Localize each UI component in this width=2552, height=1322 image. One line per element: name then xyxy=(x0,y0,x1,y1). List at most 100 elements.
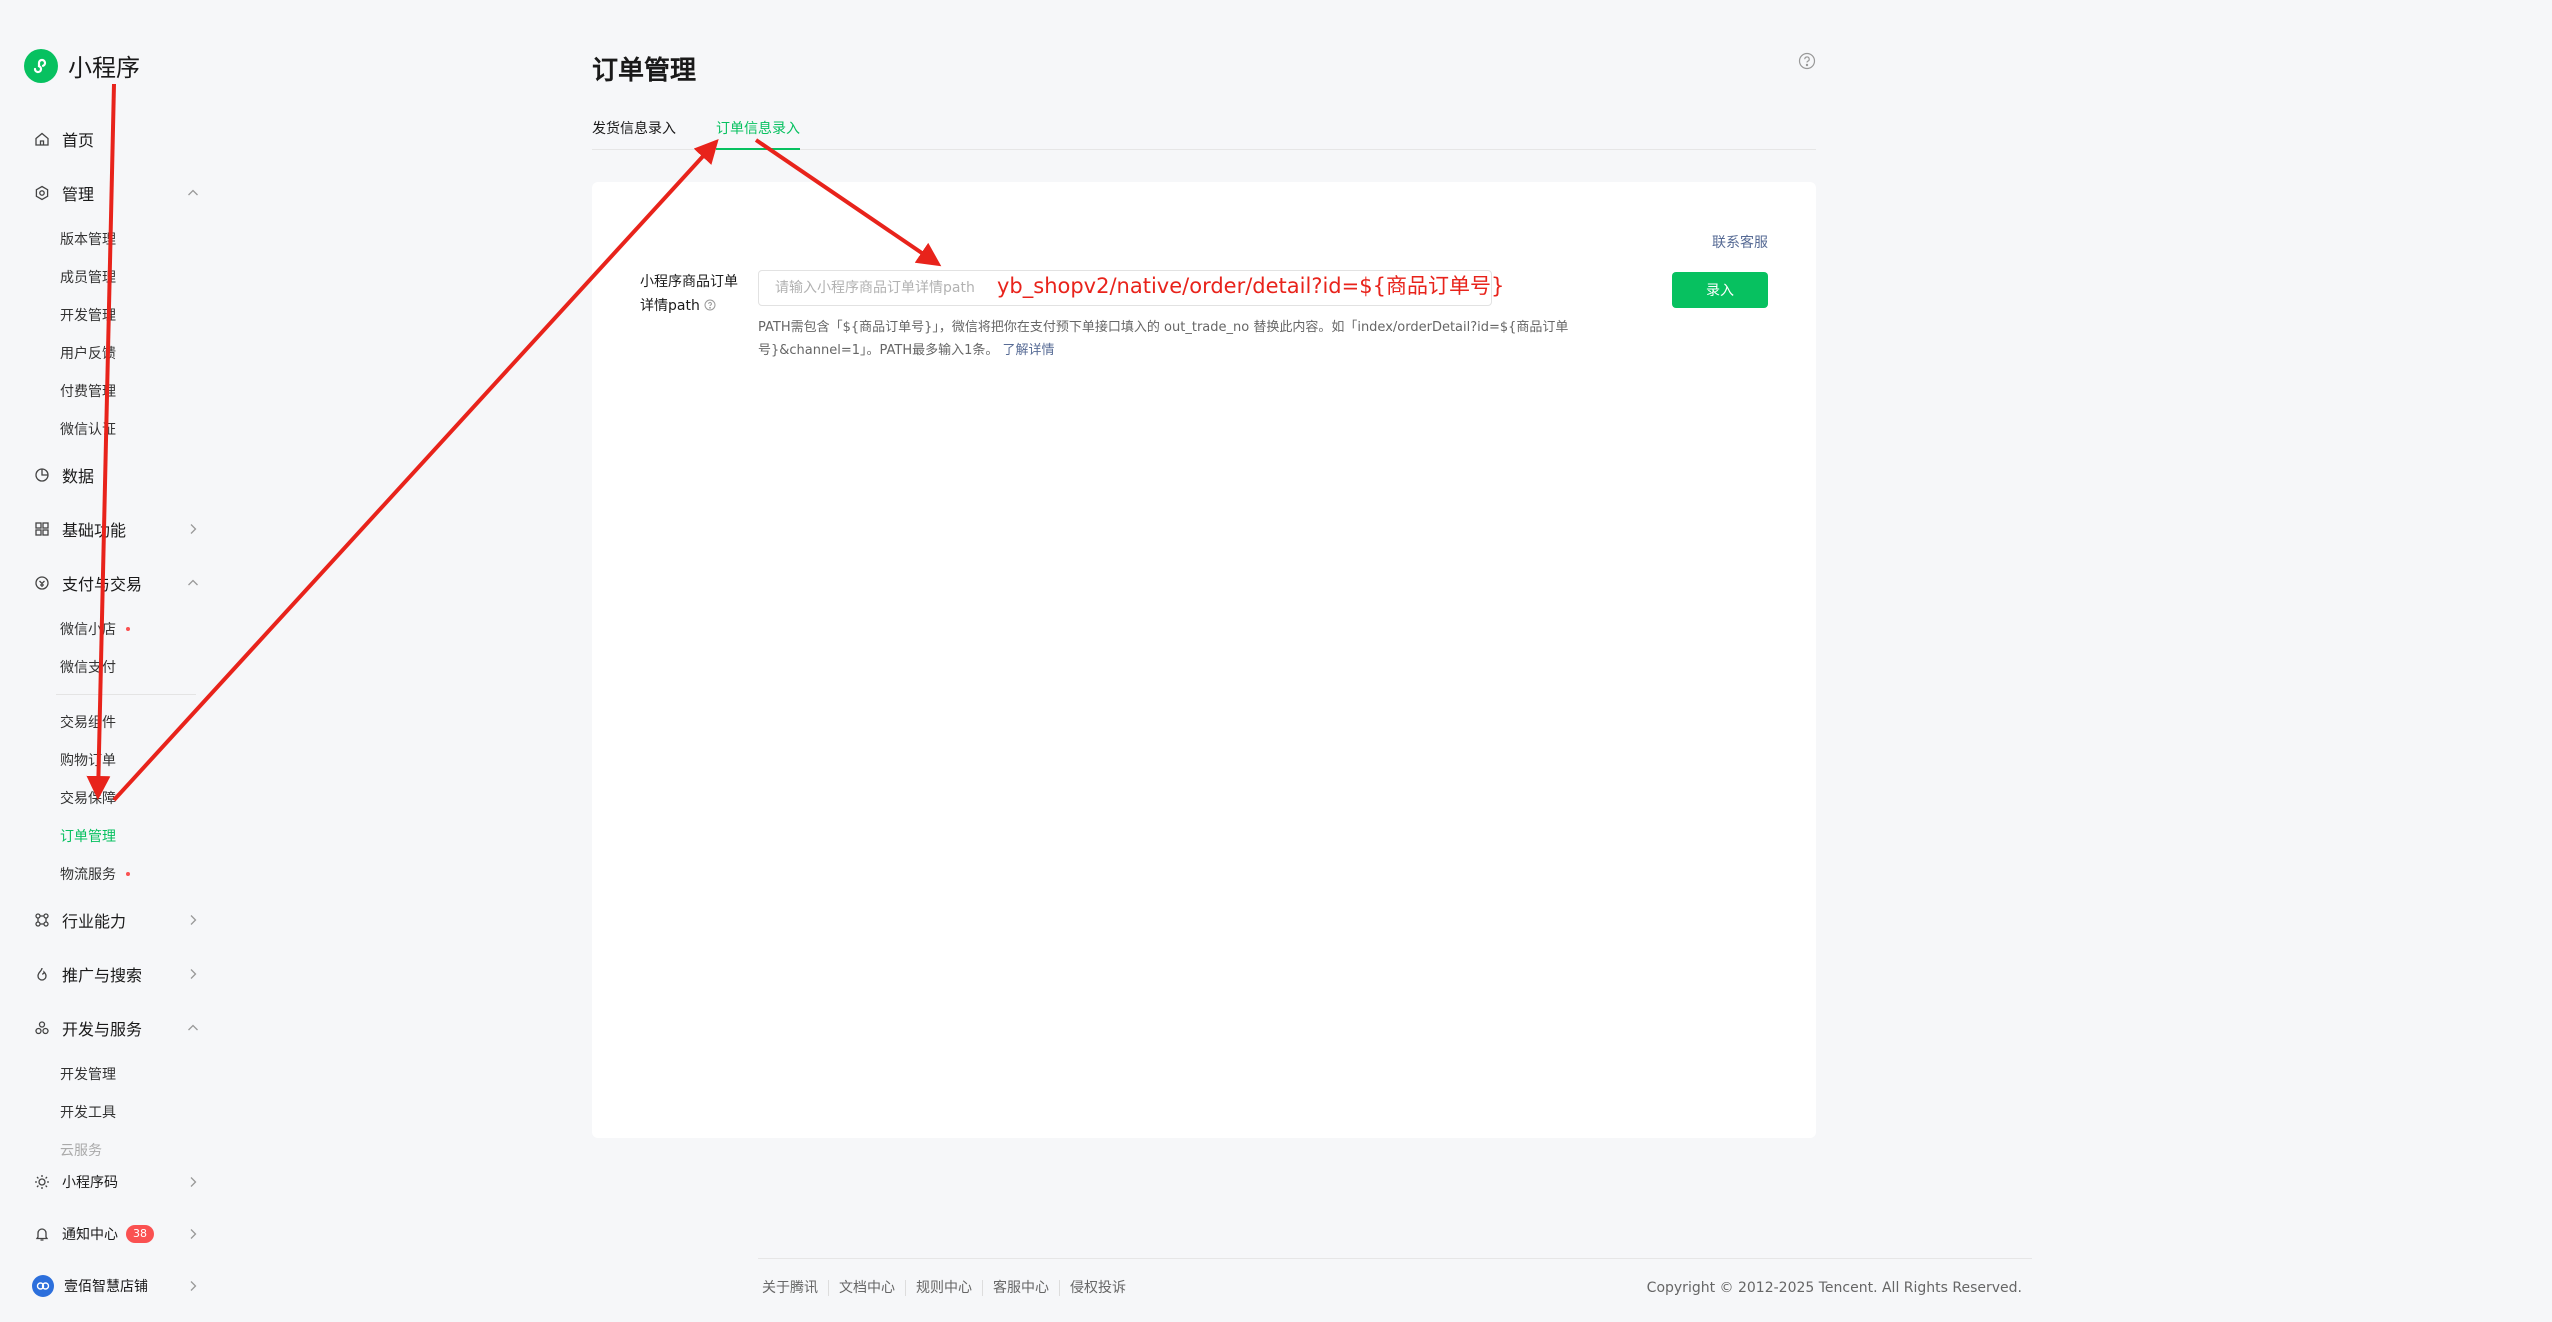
sidebar-item-label: 开发工具 xyxy=(60,1105,116,1121)
sidebar-item-label: 数据 xyxy=(62,467,95,486)
sidebar-group-dev-service[interactable]: 开发与服务 xyxy=(0,1001,236,1055)
footer-link-about[interactable]: 关于腾讯 xyxy=(762,1280,829,1296)
tab-shipping-info[interactable]: 发货信息录入 xyxy=(592,118,676,150)
footer-divider xyxy=(758,1258,2032,1259)
sidebar-group-label: 行业能力 xyxy=(62,912,127,931)
learn-more-link[interactable]: 了解详情 xyxy=(1003,343,1055,358)
sidebar-item-members[interactable]: 成员管理 xyxy=(0,258,236,296)
page-title: 订单管理 xyxy=(592,56,697,86)
path-field-label: 小程序商品订单详情path xyxy=(640,270,746,318)
footer-link-support[interactable]: 客服中心 xyxy=(983,1280,1060,1296)
chevron-up-icon xyxy=(188,1024,198,1031)
sidebar-item-label: 交易组件 xyxy=(60,715,116,731)
sidebar-item-label: 付费管理 xyxy=(60,384,116,400)
sidebar-item-qrcode[interactable]: 小程序码 xyxy=(0,1156,236,1208)
sidebar-item-label: 小程序码 xyxy=(62,1175,118,1191)
contact-support-link[interactable]: 联系客服 xyxy=(1712,232,1768,252)
question-icon[interactable] xyxy=(704,299,716,311)
sidebar-item-version[interactable]: 版本管理 xyxy=(0,220,236,258)
chevron-right-icon xyxy=(190,1281,197,1291)
sidebar-group-promotion[interactable]: 推广与搜索 xyxy=(0,947,236,1001)
payment-icon xyxy=(32,573,52,593)
industry-icon xyxy=(32,910,52,930)
path-field-label-text: 小程序商品订单详情path xyxy=(640,274,738,314)
sidebar-item-payment-manage[interactable]: 付费管理 xyxy=(0,372,236,410)
sidebar-group-label: 管理 xyxy=(62,185,95,204)
sidebar-item-home[interactable]: 首页 xyxy=(0,112,236,166)
footer-link-complaint[interactable]: 侵权投诉 xyxy=(1060,1280,1136,1296)
sidebar-item-wechat-store[interactable]: 微信小店 xyxy=(0,610,236,648)
footer-link-rules[interactable]: 规则中心 xyxy=(906,1280,983,1296)
sidebar-group-industry[interactable]: 行业能力 xyxy=(0,893,236,947)
path-hint-text: PATH需包含「${商品订单号}」，微信将把你在支付预下单接口填入的 out_t… xyxy=(758,320,1569,358)
copyright: Copyright © 2012-2025 Tencent. All Right… xyxy=(1646,1280,2022,1296)
sidebar-item-trade-guarantee[interactable]: 交易保障 xyxy=(0,779,236,817)
sidebar-item-order-manage[interactable]: 订单管理 xyxy=(0,817,236,855)
sidebar-item-label: 微信认证 xyxy=(60,422,116,438)
app-logo[interactable]: 小程序 xyxy=(24,48,140,83)
sidebar-item-label: 订单管理 xyxy=(60,829,116,845)
chevron-right-icon xyxy=(190,1229,197,1239)
sidebar-item-label: 物流服务 xyxy=(60,867,116,883)
sidebar-item-label: 微信小店 xyxy=(60,622,116,638)
app-name: 小程序 xyxy=(68,54,140,82)
sidebar-bottom: 小程序码 通知中心 38 壹佰智慧店铺 xyxy=(0,1156,236,1312)
notification-count-badge: 38 xyxy=(126,1225,154,1243)
sidebar-item-feedback[interactable]: 用户反馈 xyxy=(0,334,236,372)
home-icon xyxy=(32,129,52,149)
account-avatar xyxy=(32,1275,54,1297)
order-path-card: 联系客服 小程序商品订单详情path 录入 PATH需包含「${商品订单号}」，… xyxy=(592,182,1816,1138)
sidebar: 小程序 首页 管理 版本管理 成员管理 开发管理 用户反馈 付费管理 微信认证 … xyxy=(0,0,236,1322)
sidebar-group-label: 基础功能 xyxy=(62,521,127,540)
sidebar-item-notifications[interactable]: 通知中心 38 xyxy=(0,1208,236,1260)
sidebar-item-label: 开发管理 xyxy=(60,1067,116,1083)
chevron-right-icon xyxy=(190,915,197,925)
sidebar-group-label: 开发与服务 xyxy=(62,1020,143,1039)
sidebar-group-label: 推广与搜索 xyxy=(62,966,143,985)
sidebar-item-shopping-order[interactable]: 购物订单 xyxy=(0,741,236,779)
sidebar-item-dev-manage-2[interactable]: 开发管理 xyxy=(0,1055,236,1093)
promotion-icon xyxy=(32,964,52,984)
sidebar-group-payment[interactable]: 支付与交易 xyxy=(0,556,236,610)
account-name: 壹佰智慧店铺 xyxy=(64,1279,148,1295)
submit-button[interactable]: 录入 xyxy=(1672,272,1768,308)
chevron-right-icon xyxy=(190,1177,197,1187)
dev-service-icon xyxy=(32,1018,52,1038)
sidebar-item-dev-manage[interactable]: 开发管理 xyxy=(0,296,236,334)
sidebar-item-logistics[interactable]: 物流服务 xyxy=(0,855,236,893)
sidebar-item-wechat-verify[interactable]: 微信认证 xyxy=(0,410,236,448)
chevron-up-icon xyxy=(188,189,198,196)
chevron-right-icon xyxy=(190,524,197,534)
sidebar-nav: 首页 管理 版本管理 成员管理 开发管理 用户反馈 付费管理 微信认证 数据 基… xyxy=(0,112,236,1169)
footer-links: 关于腾讯 文档中心 规则中心 客服中心 侵权投诉 xyxy=(762,1280,1136,1296)
miniprogram-logo-icon xyxy=(24,48,58,83)
sidebar-item-trade-component[interactable]: 交易组件 xyxy=(0,703,236,741)
divider xyxy=(56,694,196,695)
sidebar-item-account[interactable]: 壹佰智慧店铺 xyxy=(0,1260,236,1312)
sidebar-item-dev-tools[interactable]: 开发工具 xyxy=(0,1093,236,1131)
chart-pie-icon xyxy=(32,465,52,485)
sidebar-group-label: 支付与交易 xyxy=(62,575,143,594)
footer-link-docs[interactable]: 文档中心 xyxy=(829,1280,906,1296)
tab-bar: 发货信息录入 订单信息录入 xyxy=(592,114,1816,150)
sidebar-item-data[interactable]: 数据 xyxy=(0,448,236,502)
bell-icon xyxy=(32,1224,52,1244)
tab-order-info[interactable]: 订单信息录入 xyxy=(716,118,800,150)
sidebar-item-wechat-pay[interactable]: 微信支付 xyxy=(0,648,236,686)
sidebar-group-basic[interactable]: 基础功能 xyxy=(0,502,236,556)
sidebar-item-label: 成员管理 xyxy=(60,270,116,286)
sidebar-item-label: 通知中心 xyxy=(62,1227,118,1243)
sidebar-group-manage[interactable]: 管理 xyxy=(0,166,236,220)
sidebar-item-label: 用户反馈 xyxy=(60,346,116,362)
path-hint: PATH需包含「${商品订单号}」，微信将把你在支付预下单接口填入的 out_t… xyxy=(758,316,1638,362)
help-icon[interactable] xyxy=(1798,52,1816,70)
chevron-right-icon xyxy=(190,969,197,979)
sun-icon xyxy=(32,1172,52,1192)
new-dot xyxy=(126,627,130,631)
sidebar-item-label: 开发管理 xyxy=(60,308,116,324)
chevron-up-icon xyxy=(188,579,198,586)
sidebar-item-label: 版本管理 xyxy=(60,232,116,248)
grid-icon xyxy=(32,519,52,539)
sidebar-item-label: 交易保障 xyxy=(60,791,116,807)
new-dot xyxy=(126,872,130,876)
